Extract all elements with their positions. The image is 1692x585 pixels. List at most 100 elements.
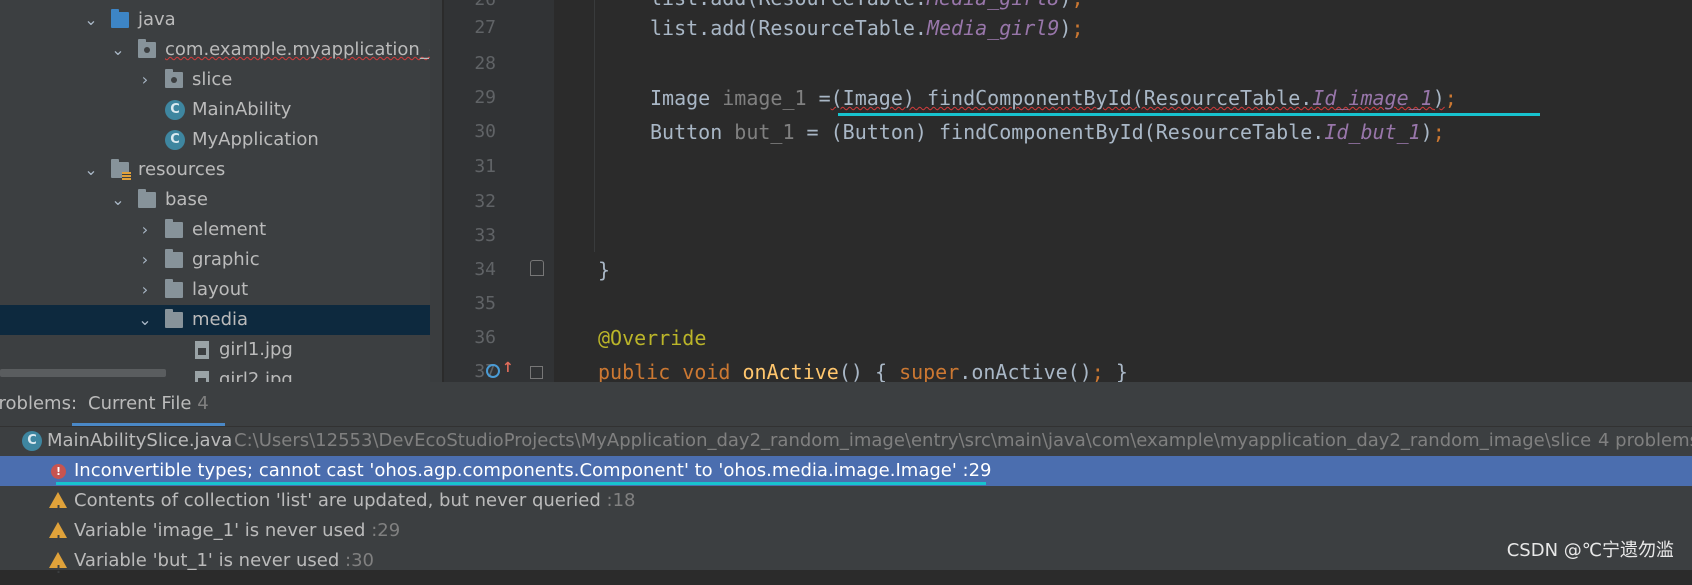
folder-icon [165, 309, 183, 328]
class-icon: C [22, 431, 42, 451]
tree-item-java[interactable]: ⌄ java [0, 5, 430, 35]
package-icon [138, 39, 156, 58]
code-token: (Image) findComponentById(ResourceTable. [830, 86, 1313, 110]
problems-label: Problems: [0, 393, 78, 414]
tab-current-file[interactable]: Current File 4 [72, 382, 225, 426]
warning-icon [49, 492, 67, 525]
tree-item-package[interactable]: ⌄ com.example.myapplication_day [0, 35, 442, 65]
package-icon [165, 69, 183, 88]
line-number: 31 [474, 156, 496, 177]
fold-icon[interactable] [530, 366, 543, 379]
image-file-icon [195, 341, 209, 359]
problem-row-warning[interactable]: Variable 'but_1' is never used :30 [0, 546, 1692, 585]
tree-item-label: MyApplication [192, 129, 319, 150]
chevron-down-icon[interactable]: ⌄ [84, 5, 98, 35]
problem-text: Variable 'but_1' is never used :30 [74, 546, 374, 576]
problem-line: :29 [962, 460, 992, 481]
problem-row-warning[interactable]: Contents of collection 'list' are update… [0, 486, 1692, 525]
code-token: ; [1432, 120, 1445, 144]
line-number: 29 [474, 87, 496, 108]
class-icon: C [165, 130, 185, 150]
code-token: = [806, 86, 831, 110]
problem-line: :30 [345, 550, 374, 571]
tree-item-base[interactable]: ⌄ base [0, 185, 430, 215]
chevron-down-icon[interactable]: ⌄ [111, 185, 125, 215]
warning-icon [49, 522, 67, 555]
line-number: 28 [474, 53, 496, 74]
code-line-30: Button but_1 = (Button) findComponentByI… [650, 115, 1445, 149]
problem-file-row[interactable]: C MainAbilitySlice.java C:\Users\12553\D… [0, 426, 1692, 456]
tree-item-label: girl1.jpg [219, 339, 293, 360]
tree-item-label: girl2.jpg [219, 369, 293, 382]
indent-guide [594, 0, 595, 252]
error-icon: ! [51, 464, 66, 479]
tree-item-media[interactable]: ⌄ media [0, 305, 430, 335]
error-highlight[interactable]: (Image) findComponentById(ResourceTable.… [831, 86, 1445, 110]
folder-icon [165, 249, 183, 268]
problem-message: Contents of collection 'list' are update… [74, 490, 601, 511]
annotation-underline [838, 113, 1540, 116]
tab-label: Current File [88, 393, 192, 414]
code-token: but_1 [734, 120, 795, 144]
project-tree: ⌄ java ⌄ com.example.myapplication_day ›… [0, 0, 442, 382]
code-token: Id_image_1 [1312, 86, 1433, 110]
tree-item-slice[interactable]: › slice [0, 65, 430, 95]
line-number: 27 [474, 17, 496, 38]
code-token: } [1103, 360, 1128, 384]
chevron-down-icon[interactable]: ⌄ [84, 155, 98, 185]
chevron-right-icon[interactable]: › [138, 245, 152, 275]
implements-arrow-icon: ↑ [502, 360, 514, 376]
horizontal-scrollbar[interactable] [0, 369, 166, 377]
problem-line: :29 [371, 520, 401, 541]
code-token: image_1 [722, 86, 807, 110]
tree-item-graphic[interactable]: › graphic [0, 245, 430, 275]
code-token: public [598, 360, 671, 384]
override-method-icon[interactable] [486, 364, 500, 378]
problem-message: Variable 'but_1' is never used [74, 550, 340, 571]
code-line-29: Image image_1 =(Image) findComponentById… [650, 81, 1457, 115]
annotation-underline [56, 482, 986, 485]
tab-count: 4 [197, 393, 209, 414]
chevron-down-icon[interactable]: ⌄ [138, 305, 152, 335]
chevron-right-icon[interactable]: › [138, 275, 152, 305]
warning-icon [49, 552, 67, 585]
code-line-27: list.add(ResourceTable.Media_girl9); [650, 11, 1084, 45]
code-line-34: } [598, 258, 611, 282]
tree-item-label: base [165, 189, 208, 210]
tree-item-label: java [138, 9, 176, 30]
code-token: ) [1059, 16, 1072, 40]
folder-icon [138, 189, 156, 208]
problems-panel: Problems: Current File 4 C MainAbilitySl… [0, 382, 1692, 585]
tree-item-label: resources [138, 159, 226, 180]
line-number: 35 [474, 293, 496, 314]
code-line-36: @Override [598, 326, 707, 350]
tree-item-label: com.example.myapplication_day [165, 39, 442, 60]
tree-item-myapplication[interactable]: C MyApplication [0, 125, 430, 155]
problem-count: 4 problems [1598, 430, 1692, 451]
tree-item-label: element [192, 219, 267, 240]
watermark: CSDN @℃宁遗勿滥 [1506, 540, 1674, 561]
fold-icon[interactable] [530, 260, 544, 276]
image-file-icon [195, 371, 209, 382]
folder-icon [165, 219, 183, 238]
tree-item-layout[interactable]: › layout [0, 275, 430, 305]
chevron-down-icon[interactable]: ⌄ [111, 35, 125, 65]
tree-item-girl1[interactable]: girl1.jpg [0, 335, 430, 365]
problem-row-warning[interactable]: Variable 'image_1' is never used :29 [0, 516, 1692, 555]
resources-folder-icon [111, 159, 131, 180]
tree-vertical-scrollbar[interactable] [430, 0, 442, 382]
code-token: Image [650, 86, 723, 110]
problem-text: Contents of collection 'list' are update… [74, 486, 635, 516]
code-token: void [682, 360, 731, 384]
problem-message: Variable 'image_1' is never used [74, 520, 366, 541]
code-token: { [862, 360, 900, 384]
code-token: ) [1432, 86, 1445, 110]
tree-item-label: layout [192, 279, 249, 300]
tree-item-element[interactable]: › element [0, 215, 430, 245]
chevron-right-icon[interactable]: › [138, 65, 152, 95]
tree-item-resources[interactable]: ⌄ resources [0, 155, 430, 185]
code-editor[interactable] [554, 0, 1692, 382]
tree-item-label: graphic [192, 249, 260, 270]
chevron-right-icon[interactable]: › [138, 215, 152, 245]
tree-item-mainability[interactable]: C MainAbility [0, 95, 430, 125]
